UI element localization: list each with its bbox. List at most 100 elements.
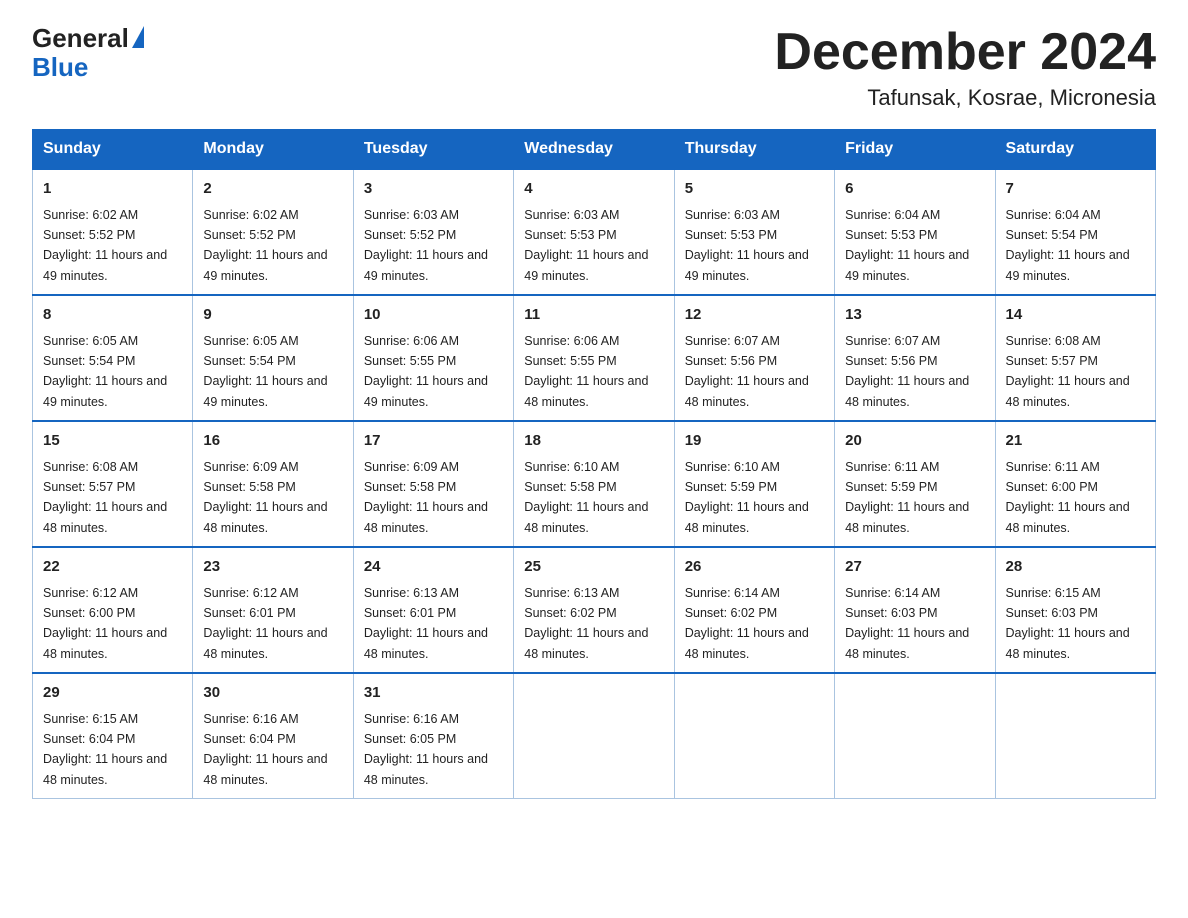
day-info: Sunrise: 6:08 AMSunset: 5:57 PMDaylight:… (43, 460, 167, 535)
logo-triangle-icon (132, 26, 144, 48)
calendar-cell: 13 Sunrise: 6:07 AMSunset: 5:56 PMDayligh… (835, 295, 995, 421)
calendar-cell: 20Sunrise: 6:11 AMSunset: 5:59 PMDayligh… (835, 421, 995, 547)
day-info: Sunrise: 6:02 AMSunset: 5:52 PMDaylight:… (203, 208, 327, 283)
day-info: Sunrise: 6:09 AMSunset: 5:58 PMDaylight:… (364, 460, 488, 535)
page-title: December 2024 (774, 24, 1156, 81)
day-number: 2 (203, 178, 342, 201)
calendar-week-row: 8 Sunrise: 6:05 AMSunset: 5:54 PMDaylight… (33, 295, 1156, 421)
day-info: Sunrise: 6:13 AMSunset: 6:02 PMDaylight:… (524, 586, 648, 661)
day-number: 7 (1006, 178, 1145, 201)
day-number: 18 (524, 430, 663, 453)
day-number: 11 (524, 304, 663, 327)
day-info: Sunrise: 6:15 AMSunset: 6:03 PMDaylight:… (1006, 586, 1130, 661)
day-number: 29 (43, 682, 182, 705)
calendar-cell: 28 Sunrise: 6:15 AMSunset: 6:03 PMDayligh… (995, 547, 1155, 673)
header-cell-friday: Friday (835, 130, 995, 170)
day-number: 1 (43, 178, 182, 201)
day-number: 9 (203, 304, 342, 327)
day-info: Sunrise: 6:10 AMSunset: 5:59 PMDaylight:… (685, 460, 809, 535)
calendar-cell: 24 Sunrise: 6:13 AMSunset: 6:01 PMDayligh… (353, 547, 513, 673)
calendar-cell (514, 673, 674, 799)
header-cell-monday: Monday (193, 130, 353, 170)
calendar-cell: 7 Sunrise: 6:04 AMSunset: 5:54 PMDaylight… (995, 169, 1155, 295)
day-info: Sunrise: 6:11 AMSunset: 6:00 PMDaylight:… (1006, 460, 1130, 535)
day-number: 13 (845, 304, 984, 327)
calendar-cell: 29 Sunrise: 6:15 AMSunset: 6:04 PMDayligh… (33, 673, 193, 799)
day-info: Sunrise: 6:04 AMSunset: 5:54 PMDaylight:… (1006, 208, 1130, 283)
day-number: 31 (364, 682, 503, 705)
day-number: 16 (203, 430, 342, 453)
day-number: 26 (685, 556, 824, 579)
day-number: 23 (203, 556, 342, 579)
day-number: 28 (1006, 556, 1145, 579)
day-info: Sunrise: 6:12 AMSunset: 6:01 PMDaylight:… (203, 586, 327, 661)
calendar-week-row: 15Sunrise: 6:08 AMSunset: 5:57 PMDayligh… (33, 421, 1156, 547)
logo-text-general: General (32, 24, 129, 53)
day-info: Sunrise: 6:16 AMSunset: 6:05 PMDaylight:… (364, 712, 488, 787)
day-info: Sunrise: 6:14 AMSunset: 6:02 PMDaylight:… (685, 586, 809, 661)
logo: General Blue (32, 24, 144, 81)
day-number: 22 (43, 556, 182, 579)
calendar-cell: 30Sunrise: 6:16 AMSunset: 6:04 PMDayligh… (193, 673, 353, 799)
calendar-cell: 12 Sunrise: 6:07 AMSunset: 5:56 PMDayligh… (674, 295, 834, 421)
calendar-cell: 23 Sunrise: 6:12 AMSunset: 6:01 PMDayligh… (193, 547, 353, 673)
calendar-cell: 1 Sunrise: 6:02 AMSunset: 5:52 PMDaylight… (33, 169, 193, 295)
calendar-table: SundayMondayTuesdayWednesdayThursdayFrid… (32, 129, 1156, 799)
calendar-body: 1 Sunrise: 6:02 AMSunset: 5:52 PMDaylight… (33, 169, 1156, 799)
day-info: Sunrise: 6:03 AMSunset: 5:52 PMDaylight:… (364, 208, 488, 283)
day-number: 24 (364, 556, 503, 579)
calendar-cell: 14 Sunrise: 6:08 AMSunset: 5:57 PMDayligh… (995, 295, 1155, 421)
day-info: Sunrise: 6:03 AMSunset: 5:53 PMDaylight:… (685, 208, 809, 283)
header-cell-sunday: Sunday (33, 130, 193, 170)
day-number: 27 (845, 556, 984, 579)
title-block: December 2024 Tafunsak, Kosrae, Micrones… (774, 24, 1156, 111)
day-number: 25 (524, 556, 663, 579)
day-info: Sunrise: 6:06 AMSunset: 5:55 PMDaylight:… (524, 334, 648, 409)
calendar-cell: 9Sunrise: 6:05 AMSunset: 5:54 PMDaylight… (193, 295, 353, 421)
day-number: 20 (845, 430, 984, 453)
header-row: SundayMondayTuesdayWednesdayThursdayFrid… (33, 130, 1156, 170)
calendar-cell: 26 Sunrise: 6:14 AMSunset: 6:02 PMDayligh… (674, 547, 834, 673)
calendar-cell (835, 673, 995, 799)
calendar-cell: 6 Sunrise: 6:04 AMSunset: 5:53 PMDaylight… (835, 169, 995, 295)
day-number: 14 (1006, 304, 1145, 327)
day-info: Sunrise: 6:07 AMSunset: 5:56 PMDaylight:… (685, 334, 809, 409)
calendar-cell: 25 Sunrise: 6:13 AMSunset: 6:02 PMDayligh… (514, 547, 674, 673)
calendar-cell: 11 Sunrise: 6:06 AMSunset: 5:55 PMDayligh… (514, 295, 674, 421)
page-header: General Blue December 2024 Tafunsak, Kos… (32, 24, 1156, 111)
calendar-cell: 8 Sunrise: 6:05 AMSunset: 5:54 PMDaylight… (33, 295, 193, 421)
calendar-cell: 3Sunrise: 6:03 AMSunset: 5:52 PMDaylight… (353, 169, 513, 295)
day-info: Sunrise: 6:07 AMSunset: 5:56 PMDaylight:… (845, 334, 969, 409)
header-cell-wednesday: Wednesday (514, 130, 674, 170)
day-number: 4 (524, 178, 663, 201)
day-info: Sunrise: 6:05 AMSunset: 5:54 PMDaylight:… (43, 334, 167, 409)
day-info: Sunrise: 6:13 AMSunset: 6:01 PMDaylight:… (364, 586, 488, 661)
calendar-cell: 5 Sunrise: 6:03 AMSunset: 5:53 PMDaylight… (674, 169, 834, 295)
day-info: Sunrise: 6:09 AMSunset: 5:58 PMDaylight:… (203, 460, 327, 535)
calendar-cell (674, 673, 834, 799)
calendar-header: SundayMondayTuesdayWednesdayThursdayFrid… (33, 130, 1156, 170)
calendar-cell: 17 Sunrise: 6:09 AMSunset: 5:58 PMDayligh… (353, 421, 513, 547)
day-info: Sunrise: 6:12 AMSunset: 6:00 PMDaylight:… (43, 586, 167, 661)
day-number: 6 (845, 178, 984, 201)
day-info: Sunrise: 6:02 AMSunset: 5:52 PMDaylight:… (43, 208, 167, 283)
day-number: 12 (685, 304, 824, 327)
day-info: Sunrise: 6:04 AMSunset: 5:53 PMDaylight:… (845, 208, 969, 283)
calendar-cell: 22 Sunrise: 6:12 AMSunset: 6:00 PMDayligh… (33, 547, 193, 673)
day-info: Sunrise: 6:08 AMSunset: 5:57 PMDaylight:… (1006, 334, 1130, 409)
calendar-cell: 4Sunrise: 6:03 AMSunset: 5:53 PMDaylight… (514, 169, 674, 295)
calendar-cell: 15Sunrise: 6:08 AMSunset: 5:57 PMDayligh… (33, 421, 193, 547)
calendar-cell: 27Sunrise: 6:14 AMSunset: 6:03 PMDayligh… (835, 547, 995, 673)
header-cell-thursday: Thursday (674, 130, 834, 170)
header-cell-saturday: Saturday (995, 130, 1155, 170)
calendar-cell: 2 Sunrise: 6:02 AMSunset: 5:52 PMDaylight… (193, 169, 353, 295)
calendar-cell: 18Sunrise: 6:10 AMSunset: 5:58 PMDayligh… (514, 421, 674, 547)
day-info: Sunrise: 6:15 AMSunset: 6:04 PMDaylight:… (43, 712, 167, 787)
day-number: 21 (1006, 430, 1145, 453)
calendar-cell (995, 673, 1155, 799)
day-number: 5 (685, 178, 824, 201)
calendar-week-row: 29 Sunrise: 6:15 AMSunset: 6:04 PMDayligh… (33, 673, 1156, 799)
calendar-week-row: 1 Sunrise: 6:02 AMSunset: 5:52 PMDaylight… (33, 169, 1156, 295)
day-number: 17 (364, 430, 503, 453)
day-number: 8 (43, 304, 182, 327)
